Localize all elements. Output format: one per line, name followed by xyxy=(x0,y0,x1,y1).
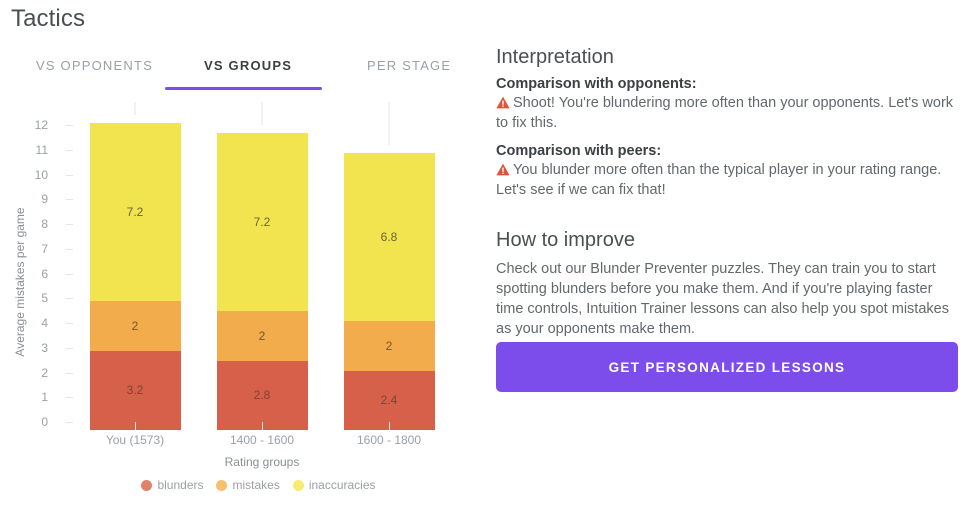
y-tick-label: 10 xyxy=(34,167,48,182)
legend-swatch-blunders xyxy=(141,479,153,491)
tab-vs-groups[interactable]: VS GROUPS xyxy=(204,58,292,73)
bar-segment-value: 2 xyxy=(258,328,266,343)
active-tab-underline xyxy=(165,87,322,90)
y-tick-label: 7 xyxy=(41,241,48,256)
bar-segment-value: 2.4 xyxy=(380,393,398,408)
comparison-opponents-block: Comparison with opponents: Shoot! You're… xyxy=(496,76,958,133)
bar-gridline xyxy=(388,102,390,145)
tab-per-stage[interactable]: PER STAGE xyxy=(367,58,451,73)
y-tick-label: 12 xyxy=(34,118,48,132)
page-title: Tactics xyxy=(11,5,86,32)
how-to-improve-block: Check out our Blunder Preventer puzzles.… xyxy=(496,259,958,339)
y-tick-label: 2 xyxy=(41,365,48,380)
legend-label: inaccuracies xyxy=(308,478,376,492)
bar-segment-blunders[interactable]: 3.2 xyxy=(89,350,181,430)
bar-stack[interactable]: 7.2 2 2.8 xyxy=(216,133,308,430)
legend-item-blunders[interactable]: blunders xyxy=(141,478,203,492)
legend-swatch-mistakes xyxy=(216,479,228,491)
comparison-peers-text: You blunder more often than the typical … xyxy=(496,160,951,200)
get-personalized-lessons-button[interactable]: GET PERSONALIZED LESSONS xyxy=(496,342,958,392)
chart-panel: Tactics VS OPPONENTS VS GROUPS PER STAGE… xyxy=(0,0,480,532)
comparison-peers-sentence: You blunder more often than the typical … xyxy=(496,162,942,198)
chart-legend: blunders mistakes inaccuracies xyxy=(62,478,462,492)
y-tick-label: 11 xyxy=(35,142,48,157)
y-tick-label: 4 xyxy=(41,316,48,330)
legend-item-inaccuracies[interactable]: inaccuracies xyxy=(292,478,376,492)
bar-segment-blunders[interactable]: 2.8 xyxy=(216,360,308,430)
y-tick-label: 3 xyxy=(41,340,48,355)
y-tick-label: 8 xyxy=(41,217,48,231)
legend-label: mistakes xyxy=(232,478,280,492)
tactics-page: Tactics VS OPPONENTS VS GROUPS PER STAGE… xyxy=(0,0,965,532)
stacked-bar-chart: Average mistakes per game 12 11 10 9 8 7 6 5 4 3 2… xyxy=(0,100,480,510)
bar-segment-mistakes[interactable]: 2 xyxy=(343,321,435,371)
how-to-improve-heading: How to improve xyxy=(496,229,635,251)
y-tick-label: 1 xyxy=(41,390,48,405)
y-tick-label: 6 xyxy=(41,266,48,281)
comparison-peers-label: Comparison with peers: xyxy=(496,143,662,159)
x-axis-title: Rating groups xyxy=(224,455,300,469)
x-tick-mark xyxy=(262,422,263,430)
interpretation-heading: Interpretation xyxy=(496,46,614,68)
comparison-opponents-label: Comparison with opponents: xyxy=(496,76,697,92)
how-to-improve-text: Check out our Blunder Preventer puzzles.… xyxy=(496,261,949,337)
x-tick-label: You (1573) xyxy=(105,433,165,447)
bar-gridline xyxy=(261,102,263,125)
bar-gridline xyxy=(134,102,136,116)
bar-segment-value: 6.8 xyxy=(380,229,398,244)
comparison-opponents-text: Shoot! You're blundering more often than… xyxy=(496,93,958,133)
y-tick-label: 0 xyxy=(41,415,48,429)
bar-segment-inaccuracies[interactable]: 7.2 xyxy=(89,123,181,302)
bar-segment-inaccuracies[interactable]: 7.2 xyxy=(216,133,308,312)
bar-segment-inaccuracies[interactable]: 6.8 xyxy=(343,152,435,322)
comparison-opponents-sentence: Shoot! You're blundering more often than… xyxy=(496,95,954,131)
bar-stack[interactable]: 7.2 2 3.2 xyxy=(89,123,181,430)
bar-segment-value: 2 xyxy=(385,338,393,353)
bar-segment-mistakes[interactable]: 2 xyxy=(216,311,308,361)
bar-segment-mistakes[interactable]: 2 xyxy=(89,301,181,351)
warning-icon xyxy=(496,95,510,109)
bar-segment-value: 2.8 xyxy=(253,388,271,403)
y-tick-label: 9 xyxy=(41,192,48,207)
legend-item-mistakes[interactable]: mistakes xyxy=(216,478,280,492)
x-tick-mark xyxy=(389,422,390,430)
y-tick-label: 5 xyxy=(41,291,48,306)
y-axis-ticks: 12 11 10 9 8 7 6 5 4 3 2 1 0 xyxy=(14,100,73,430)
tab-vs-opponents[interactable]: VS OPPONENTS xyxy=(36,58,153,73)
comparison-peers-block: Comparison with peers: You blunder more … xyxy=(496,143,951,200)
x-tick-label: 1600 - 1800 xyxy=(356,433,422,447)
bar-segment-value: 7.2 xyxy=(126,205,144,220)
bar-segment-value: 3.2 xyxy=(126,383,144,398)
plot-area: 7.2 2 3.2 You (1573) 7.2 2 2.8 1400 - 1600 6.8 2 2… xyxy=(62,100,462,447)
x-tick-mark xyxy=(135,422,136,430)
legend-swatch-inaccuracies xyxy=(292,479,304,491)
warning-icon xyxy=(496,162,510,176)
x-tick-label: 1400 - 1600 xyxy=(229,433,295,447)
bar-stack[interactable]: 6.8 2 2.4 xyxy=(343,152,435,430)
bar-segment-value: 2 xyxy=(131,319,139,334)
tab-bar: VS OPPONENTS VS GROUPS PER STAGE xyxy=(0,58,480,90)
bar-segment-value: 7.2 xyxy=(253,215,271,230)
legend-label: blunders xyxy=(157,478,204,492)
